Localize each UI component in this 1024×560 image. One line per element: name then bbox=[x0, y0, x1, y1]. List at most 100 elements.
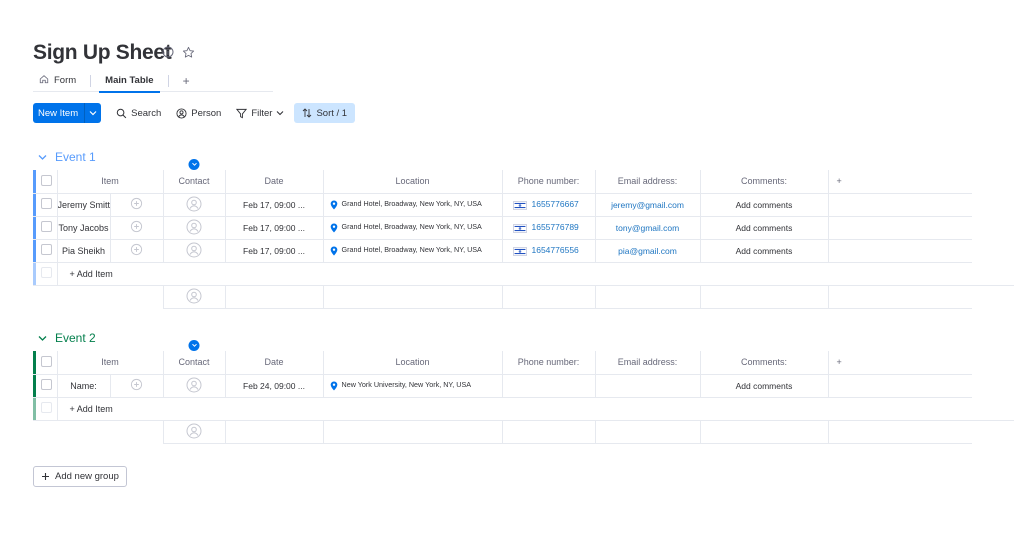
flag-icon bbox=[512, 200, 527, 210]
filter-label: Filter bbox=[251, 107, 273, 119]
group-title[interactable]: Event 2 bbox=[55, 331, 96, 345]
column-header-comments[interactable]: Comments: bbox=[700, 170, 829, 194]
phone-cell[interactable] bbox=[502, 374, 596, 398]
select-all-checkbox[interactable] bbox=[36, 351, 58, 375]
empty-cell bbox=[828, 193, 972, 217]
phone-cell[interactable]: 1654776556 bbox=[502, 239, 596, 263]
add-view-button[interactable]: + bbox=[177, 74, 196, 88]
sort-icon bbox=[303, 108, 312, 118]
contact-avatar-icon[interactable] bbox=[163, 374, 226, 398]
add-item-row[interactable]: + Add Item bbox=[33, 397, 1014, 421]
table-row[interactable]: Name: Feb 24, 09:00 ... New York Univers… bbox=[33, 374, 1014, 398]
tab-form[interactable]: Form bbox=[33, 70, 82, 92]
add-column-button[interactable]: + bbox=[828, 351, 972, 375]
row-checkbox[interactable] bbox=[36, 239, 58, 263]
add-item-row[interactable]: + Add Item bbox=[33, 262, 1014, 286]
filter-button[interactable]: Filter bbox=[236, 108, 284, 119]
add-update-icon[interactable] bbox=[110, 374, 164, 398]
column-header-comments[interactable]: Comments: bbox=[700, 351, 829, 375]
email-cell[interactable]: jeremy@gmail.com bbox=[595, 193, 701, 217]
contact-avatar-icon[interactable] bbox=[163, 193, 226, 217]
phone-text: 1655776789 bbox=[531, 222, 579, 233]
person-filter-button[interactable]: Person bbox=[176, 108, 221, 119]
column-header-contact[interactable]: Contact bbox=[163, 340, 226, 375]
contact-avatar-icon[interactable] bbox=[163, 239, 226, 263]
empty-cell bbox=[828, 239, 972, 263]
column-label: Contact bbox=[178, 357, 210, 368]
tab-divider bbox=[90, 74, 92, 87]
summary-row bbox=[33, 420, 1014, 444]
search-button[interactable]: Search bbox=[116, 108, 161, 119]
tab-main-table[interactable]: Main Table bbox=[99, 70, 160, 93]
item-name[interactable]: Jeremy Smitt bbox=[57, 193, 111, 217]
group-header-event-2[interactable]: Event 2 bbox=[38, 331, 96, 345]
flag-icon bbox=[512, 223, 527, 233]
add-item-input[interactable]: + Add Item bbox=[57, 397, 972, 421]
sort-button[interactable]: Sort / 1 bbox=[294, 103, 356, 123]
item-name[interactable]: Pia Sheikh bbox=[57, 239, 111, 263]
comments-cell[interactable]: Add comments bbox=[700, 239, 829, 263]
phone-cell[interactable]: 1655776789 bbox=[502, 216, 596, 240]
group-title[interactable]: Event 1 bbox=[55, 150, 96, 164]
add-update-icon[interactable] bbox=[110, 239, 164, 263]
table-row[interactable]: Jeremy Smitt Feb 17, 09:00 ... Grand Hot… bbox=[33, 193, 1014, 217]
location-cell[interactable]: Grand Hotel, Broadway, New York, NY, USA bbox=[323, 216, 503, 240]
phone-text: 1655776667 bbox=[531, 199, 579, 210]
column-header-date[interactable]: Date bbox=[225, 170, 324, 194]
row-checkbox[interactable] bbox=[36, 374, 58, 398]
column-header-email[interactable]: Email address: bbox=[595, 170, 701, 194]
new-item-button[interactable]: New Item bbox=[33, 103, 102, 123]
row-checkbox[interactable] bbox=[36, 216, 58, 240]
chevron-down-icon[interactable] bbox=[85, 110, 101, 116]
add-new-group-button[interactable]: Add new group bbox=[33, 466, 127, 487]
search-icon bbox=[116, 108, 127, 118]
phone-cell[interactable]: 1655776667 bbox=[502, 193, 596, 217]
select-all-checkbox[interactable] bbox=[36, 170, 58, 194]
column-label: Contact bbox=[178, 176, 210, 187]
star-icon[interactable] bbox=[181, 45, 195, 59]
column-header-phone[interactable]: Phone number: bbox=[502, 170, 596, 194]
group-header-event-1[interactable]: Event 1 bbox=[38, 150, 96, 164]
board-title[interactable]: Sign Up Sheet bbox=[33, 41, 172, 65]
column-header-item[interactable]: Item bbox=[57, 170, 164, 194]
tab-label: Main Table bbox=[105, 75, 154, 86]
item-name[interactable]: Tony Jacobs bbox=[57, 216, 111, 240]
email-cell[interactable] bbox=[595, 374, 701, 398]
comments-cell[interactable]: Add comments bbox=[700, 216, 829, 240]
column-header-date[interactable]: Date bbox=[225, 351, 324, 375]
plus-icon bbox=[42, 473, 49, 480]
column-header-contact[interactable]: Contact bbox=[163, 159, 226, 194]
add-column-button[interactable]: + bbox=[828, 170, 972, 194]
table-row[interactable]: Tony Jacobs Feb 17, 09:00 ... Grand Hote… bbox=[33, 216, 1014, 240]
column-header-location[interactable]: Location bbox=[323, 170, 503, 194]
add-update-icon[interactable] bbox=[110, 193, 164, 217]
column-header-location[interactable]: Location bbox=[323, 351, 503, 375]
add-update-icon[interactable] bbox=[110, 216, 164, 240]
comments-cell[interactable]: Add comments bbox=[700, 193, 829, 217]
table-row[interactable]: Pia Sheikh Feb 17, 09:00 ... Grand Hotel… bbox=[33, 239, 1014, 263]
location-cell[interactable]: Grand Hotel, Broadway, New York, NY, USA bbox=[323, 193, 503, 217]
column-header-item[interactable]: Item bbox=[57, 351, 164, 375]
contact-summary-icon bbox=[163, 420, 226, 444]
sort-label: Sort / 1 bbox=[316, 107, 348, 119]
date-cell[interactable]: Feb 17, 09:00 ... bbox=[225, 239, 324, 263]
contact-avatar-icon[interactable] bbox=[163, 216, 226, 240]
date-cell[interactable]: Feb 24, 09:00 ... bbox=[225, 374, 324, 398]
comments-cell[interactable]: Add comments bbox=[700, 374, 829, 398]
column-header-email[interactable]: Email address: bbox=[595, 351, 701, 375]
new-item-label: New Item bbox=[38, 107, 79, 119]
location-cell[interactable]: Grand Hotel, Broadway, New York, NY, USA bbox=[323, 239, 503, 263]
flag-icon bbox=[512, 246, 527, 256]
table-header-row: Item Contact Date Location Phone number:… bbox=[33, 159, 1014, 194]
date-cell[interactable]: Feb 17, 09:00 ... bbox=[225, 216, 324, 240]
location-pin-icon bbox=[330, 381, 337, 391]
item-name[interactable]: Name: bbox=[57, 374, 111, 398]
email-cell[interactable]: pia@gmail.com bbox=[595, 239, 701, 263]
row-checkbox[interactable] bbox=[36, 193, 58, 217]
add-item-input[interactable]: + Add Item bbox=[57, 262, 972, 286]
date-cell[interactable]: Feb 17, 09:00 ... bbox=[225, 193, 324, 217]
email-cell[interactable]: tony@gmail.com bbox=[595, 216, 701, 240]
column-header-phone[interactable]: Phone number: bbox=[502, 351, 596, 375]
info-icon[interactable] bbox=[161, 45, 175, 59]
location-cell[interactable]: New York University, New York, NY, USA bbox=[323, 374, 503, 398]
